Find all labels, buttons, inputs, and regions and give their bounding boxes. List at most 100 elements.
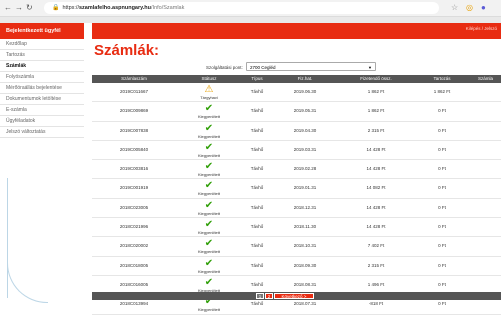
pagination: 1 2 Következő >	[92, 292, 501, 300]
sidebar-item-meroora[interactable]: Mérőóraállás bejelentése	[0, 83, 84, 94]
debt-amount: 0 Ft	[438, 204, 446, 210]
extension-icon[interactable]: ◎	[466, 3, 473, 13]
status-label: Kiegyenlített	[197, 210, 220, 216]
check-icon: ✔	[204, 276, 214, 288]
due-date: 2019.05.31	[293, 108, 317, 114]
status-cell: ✔ Kiegyenlített	[176, 219, 242, 235]
debt-amount: 0 Ft	[438, 185, 446, 191]
url-path: /Info/Szamlak	[151, 5, 185, 11]
table-row[interactable]: 2019C009869 ✔ Kiegyenlített Távhő 2019.05.31…	[92, 102, 501, 122]
debt-amount: 0 Ft	[438, 262, 446, 268]
amount-due: 14 428 Ft	[366, 224, 386, 230]
lock-icon: 🔒	[52, 5, 60, 11]
chevron-down-icon: ▼	[368, 65, 372, 70]
amount-due: 1 862 Ft	[367, 108, 385, 114]
column-header-fizetendo: Fizetendő össz.	[360, 76, 392, 81]
status-label: Kiegyenlített	[197, 249, 220, 255]
column-header-fizhat: Fiz.hat.	[297, 76, 313, 81]
column-header-tipus: Típus	[251, 76, 263, 81]
sidebar-item-ugyfeladatok[interactable]: Ügyféladatok	[0, 116, 84, 127]
table-row[interactable]: 2019C001919 ✔ Kiegyenlített Távhő 2019.01.31…	[92, 179, 501, 199]
table-row[interactable]: 2019C003816 ✔ Kiegyenlített Távhő 2019.02.28…	[92, 160, 501, 180]
next-page-button[interactable]: Következő >	[274, 293, 314, 299]
table-row[interactable]: 2019C011667 ⚠ Tárgyhavi Távhő 2019.06.30 1 86…	[92, 83, 501, 103]
forward-arrow-icon[interactable]: →	[15, 3, 23, 13]
invoice-number: 2019C011667	[120, 89, 148, 94]
status-cell: ✔ Kiegyenlített	[176, 238, 242, 254]
invoice-type: Távhő	[250, 127, 264, 133]
check-icon: ✔	[204, 257, 214, 269]
amount-due: 14 428 Ft	[366, 166, 386, 172]
due-date: 2018.12.31	[293, 204, 317, 210]
invoice-type: Távhő	[250, 243, 264, 249]
table-row[interactable]: 2018C020002 ✔ Kiegyenlített Távhő 2018.10.31…	[92, 237, 501, 257]
url-prefix: https://	[62, 5, 79, 11]
invoice-type: Távhő	[250, 185, 264, 191]
status-cell: ✔ Kiegyenlített	[176, 258, 242, 274]
decorative-curve	[7, 262, 48, 303]
invoice-number: 2018C023005	[119, 204, 149, 210]
sidebar-item-dokumentumok[interactable]: Dokumentumok letöltése	[0, 94, 84, 105]
status-cell: ✔ Kiegyenlített	[176, 200, 242, 216]
invoice-type: Távhő	[250, 224, 264, 230]
sidebar-item-szamlak[interactable]: Számlák	[0, 61, 84, 72]
amount-due: 14 082 Ft	[366, 185, 386, 191]
page-1-button[interactable]: 1	[256, 293, 264, 299]
profile-icon[interactable]: ●	[481, 3, 486, 13]
table-row[interactable]: 2018C021996 ✔ Kiegyenlített Távhő 2018.11.30…	[92, 218, 501, 238]
check-icon: ✔	[204, 199, 214, 211]
table-row[interactable]: 2019C005840 ✔ Kiegyenlített Távhő 2019.03.31…	[92, 141, 501, 161]
status-cell: ✔ Kiegyenlített	[176, 103, 242, 119]
sidebar-header: Bejelentkezett ügyfél	[0, 23, 84, 39]
status-label: Kiegyenlített	[197, 268, 220, 274]
table-row[interactable]: 2018C023005 ✔ Kiegyenlített Távhő 2018.12.31…	[92, 199, 501, 219]
amount-due: 7 402 Ft	[367, 243, 385, 249]
due-date: 2018.11.30	[293, 224, 317, 230]
column-header-statusz: Státusz	[201, 76, 217, 81]
address-bar[interactable]: 🔒 https://szamlafelho.aspnungary.hu/Info/…	[44, 2, 439, 14]
sidebar-item-e-szamla[interactable]: E-számla	[0, 105, 84, 116]
sidebar-item-jelszo[interactable]: Jelszó változtatás	[0, 127, 84, 138]
status-cell: ✔ Kiegyenlített	[176, 161, 242, 177]
top-link[interactable]: Kilépés / Jelszó	[466, 26, 497, 31]
check-icon: ✔	[204, 238, 214, 250]
service-point-select[interactable]: 2700 Cegléd ▼	[246, 62, 376, 71]
status-cell: ⚠ Tárgyhavi	[176, 84, 242, 100]
invoice-number: 2019C007838	[119, 127, 149, 133]
star-icon[interactable]: ☆	[451, 3, 458, 13]
status-label: Kiegyenlített	[197, 133, 220, 139]
invoice-number: 2019C001919	[119, 185, 149, 191]
check-icon: ✔	[204, 180, 214, 192]
due-date: 2018.10.31	[293, 243, 317, 249]
page-2-button[interactable]: 2	[265, 293, 273, 299]
back-arrow-icon[interactable]: ←	[4, 3, 12, 13]
amount-due: 14 428 Ft	[366, 146, 386, 152]
table-row[interactable]: 2018C018005 ✔ Kiegyenlített Távhő 2018.09.30…	[92, 257, 501, 276]
sidebar-item-tartozas[interactable]: Tartozás	[0, 50, 84, 61]
sidebar: Bejelentkezett ügyfél Kezdőlap Tartozás …	[0, 23, 84, 138]
check-icon: ✔	[204, 103, 214, 115]
status-label: Kiegyenlített	[197, 191, 220, 197]
check-icon: ✔	[204, 219, 214, 231]
status-cell: ✔ Kiegyenlített	[176, 123, 242, 139]
invoice-type: Távhő	[250, 166, 264, 172]
sidebar-item-kezdolap[interactable]: Kezdőlap	[0, 39, 84, 50]
invoice-number: 2018C020002	[119, 243, 149, 249]
table-row[interactable]: 2019C007838 ✔ Kiegyenlített Távhő 2019.04.30…	[92, 122, 501, 141]
invoice-number: 2019C005840	[119, 146, 149, 152]
status-label: Kiegyenlített	[197, 152, 220, 158]
check-icon: ✔	[204, 141, 214, 153]
reload-icon[interactable]: ↻	[26, 3, 33, 13]
invoice-type: Távhő	[250, 146, 264, 152]
status-label: Kiegyenlített	[197, 307, 220, 313]
debt-amount: 0 Ft	[438, 166, 446, 172]
invoice-number: 2019C003816	[119, 166, 149, 172]
due-date: 2018.09.30	[293, 262, 317, 268]
due-date: 2019.06.30	[293, 89, 317, 94]
debt-amount: 0 Ft	[438, 224, 446, 230]
sidebar-item-folyoszamla[interactable]: Folyószámla	[0, 72, 84, 83]
column-header-szamlaszam: Számlaszám	[121, 76, 147, 81]
invoice-type: Távhő	[250, 204, 264, 210]
invoice-type: Távhő	[250, 89, 264, 94]
invoice-type: Távhő	[250, 262, 264, 268]
